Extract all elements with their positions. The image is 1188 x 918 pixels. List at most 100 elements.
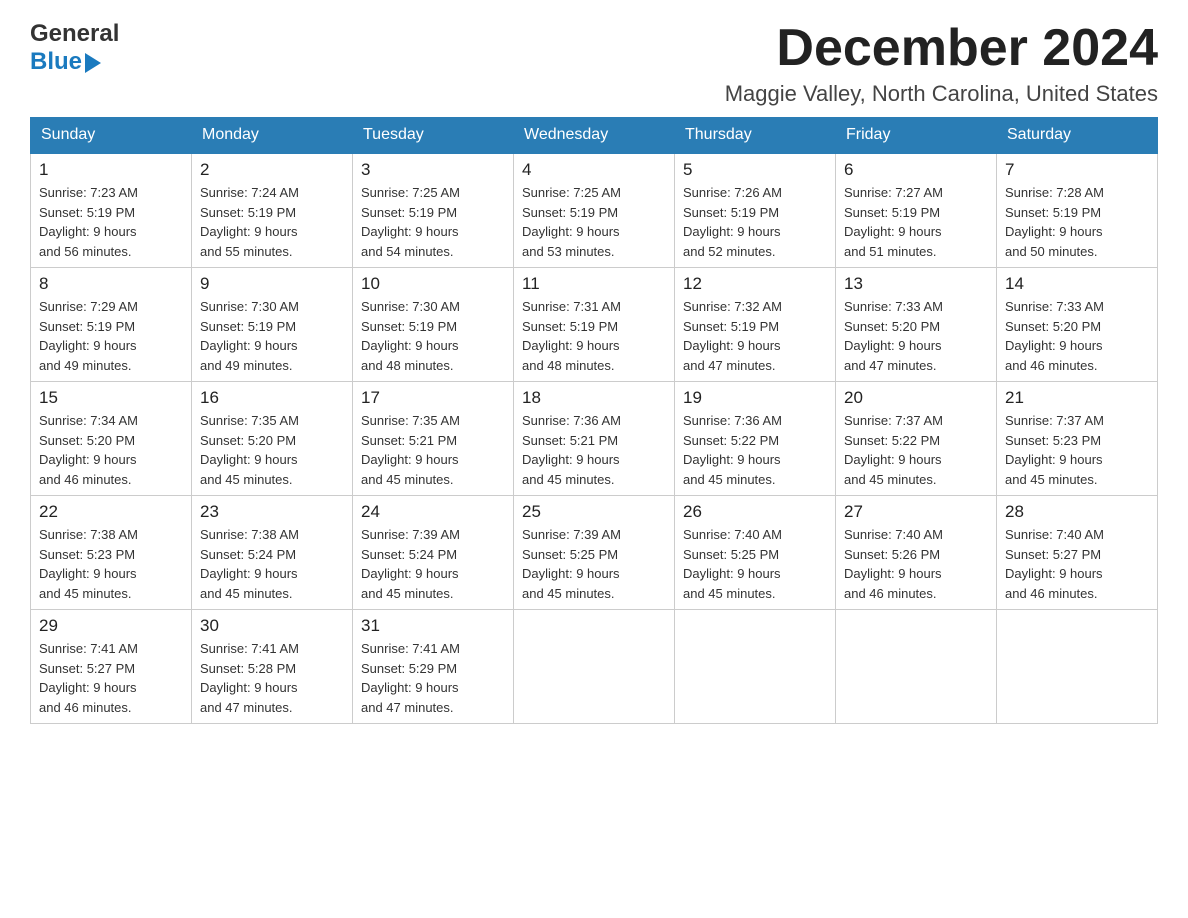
table-row: 9 Sunrise: 7:30 AM Sunset: 5:19 PM Dayli…: [192, 268, 353, 382]
day-info: Sunrise: 7:30 AM Sunset: 5:19 PM Dayligh…: [361, 297, 505, 375]
day-info: Sunrise: 7:34 AM Sunset: 5:20 PM Dayligh…: [39, 411, 183, 489]
day-info: Sunrise: 7:39 AM Sunset: 5:25 PM Dayligh…: [522, 525, 666, 603]
col-monday: Monday: [192, 118, 353, 154]
col-thursday: Thursday: [675, 118, 836, 154]
day-info: Sunrise: 7:38 AM Sunset: 5:24 PM Dayligh…: [200, 525, 344, 603]
table-row: 13 Sunrise: 7:33 AM Sunset: 5:20 PM Dayl…: [836, 268, 997, 382]
day-info: Sunrise: 7:40 AM Sunset: 5:25 PM Dayligh…: [683, 525, 827, 603]
table-row: [675, 610, 836, 724]
page-header: General Blue December 2024 Maggie Valley…: [30, 20, 1158, 107]
day-info: Sunrise: 7:33 AM Sunset: 5:20 PM Dayligh…: [844, 297, 988, 375]
table-row: [836, 610, 997, 724]
day-info: Sunrise: 7:36 AM Sunset: 5:21 PM Dayligh…: [522, 411, 666, 489]
day-info: Sunrise: 7:38 AM Sunset: 5:23 PM Dayligh…: [39, 525, 183, 603]
day-number: 19: [683, 388, 827, 408]
day-info: Sunrise: 7:37 AM Sunset: 5:23 PM Dayligh…: [1005, 411, 1149, 489]
day-info: Sunrise: 7:40 AM Sunset: 5:27 PM Dayligh…: [1005, 525, 1149, 603]
day-info: Sunrise: 7:32 AM Sunset: 5:19 PM Dayligh…: [683, 297, 827, 375]
day-number: 4: [522, 160, 666, 180]
day-number: 7: [1005, 160, 1149, 180]
calendar-week-row: 8 Sunrise: 7:29 AM Sunset: 5:19 PM Dayli…: [31, 268, 1158, 382]
table-row: 7 Sunrise: 7:28 AM Sunset: 5:19 PM Dayli…: [997, 153, 1158, 268]
day-number: 17: [361, 388, 505, 408]
table-row: 15 Sunrise: 7:34 AM Sunset: 5:20 PM Dayl…: [31, 382, 192, 496]
table-row: 14 Sunrise: 7:33 AM Sunset: 5:20 PM Dayl…: [997, 268, 1158, 382]
month-title: December 2024: [725, 20, 1158, 77]
day-info: Sunrise: 7:39 AM Sunset: 5:24 PM Dayligh…: [361, 525, 505, 603]
logo: General Blue: [30, 20, 119, 76]
table-row: 27 Sunrise: 7:40 AM Sunset: 5:26 PM Dayl…: [836, 496, 997, 610]
day-info: Sunrise: 7:27 AM Sunset: 5:19 PM Dayligh…: [844, 183, 988, 261]
col-friday: Friday: [836, 118, 997, 154]
calendar-week-row: 15 Sunrise: 7:34 AM Sunset: 5:20 PM Dayl…: [31, 382, 1158, 496]
day-number: 1: [39, 160, 183, 180]
day-number: 21: [1005, 388, 1149, 408]
day-info: Sunrise: 7:30 AM Sunset: 5:19 PM Dayligh…: [200, 297, 344, 375]
day-info: Sunrise: 7:40 AM Sunset: 5:26 PM Dayligh…: [844, 525, 988, 603]
day-info: Sunrise: 7:36 AM Sunset: 5:22 PM Dayligh…: [683, 411, 827, 489]
day-info: Sunrise: 7:31 AM Sunset: 5:19 PM Dayligh…: [522, 297, 666, 375]
day-number: 13: [844, 274, 988, 294]
day-info: Sunrise: 7:41 AM Sunset: 5:29 PM Dayligh…: [361, 639, 505, 717]
day-info: Sunrise: 7:35 AM Sunset: 5:21 PM Dayligh…: [361, 411, 505, 489]
day-info: Sunrise: 7:41 AM Sunset: 5:28 PM Dayligh…: [200, 639, 344, 717]
calendar-week-row: 29 Sunrise: 7:41 AM Sunset: 5:27 PM Dayl…: [31, 610, 1158, 724]
day-number: 3: [361, 160, 505, 180]
day-number: 10: [361, 274, 505, 294]
day-number: 20: [844, 388, 988, 408]
day-number: 31: [361, 616, 505, 636]
table-row: 5 Sunrise: 7:26 AM Sunset: 5:19 PM Dayli…: [675, 153, 836, 268]
title-section: December 2024 Maggie Valley, North Carol…: [725, 20, 1158, 107]
day-number: 15: [39, 388, 183, 408]
table-row: 22 Sunrise: 7:38 AM Sunset: 5:23 PM Dayl…: [31, 496, 192, 610]
day-number: 2: [200, 160, 344, 180]
day-number: 30: [200, 616, 344, 636]
location-subtitle: Maggie Valley, North Carolina, United St…: [725, 81, 1158, 107]
table-row: 2 Sunrise: 7:24 AM Sunset: 5:19 PM Dayli…: [192, 153, 353, 268]
day-number: 8: [39, 274, 183, 294]
table-row: 12 Sunrise: 7:32 AM Sunset: 5:19 PM Dayl…: [675, 268, 836, 382]
table-row: 18 Sunrise: 7:36 AM Sunset: 5:21 PM Dayl…: [514, 382, 675, 496]
calendar-week-row: 22 Sunrise: 7:38 AM Sunset: 5:23 PM Dayl…: [31, 496, 1158, 610]
day-number: 14: [1005, 274, 1149, 294]
day-number: 26: [683, 502, 827, 522]
day-number: 23: [200, 502, 344, 522]
day-number: 29: [39, 616, 183, 636]
table-row: 25 Sunrise: 7:39 AM Sunset: 5:25 PM Dayl…: [514, 496, 675, 610]
day-number: 9: [200, 274, 344, 294]
day-info: Sunrise: 7:41 AM Sunset: 5:27 PM Dayligh…: [39, 639, 183, 717]
table-row: 29 Sunrise: 7:41 AM Sunset: 5:27 PM Dayl…: [31, 610, 192, 724]
day-info: Sunrise: 7:28 AM Sunset: 5:19 PM Dayligh…: [1005, 183, 1149, 261]
day-info: Sunrise: 7:23 AM Sunset: 5:19 PM Dayligh…: [39, 183, 183, 261]
day-info: Sunrise: 7:37 AM Sunset: 5:22 PM Dayligh…: [844, 411, 988, 489]
table-row: 20 Sunrise: 7:37 AM Sunset: 5:22 PM Dayl…: [836, 382, 997, 496]
day-number: 11: [522, 274, 666, 294]
table-row: 24 Sunrise: 7:39 AM Sunset: 5:24 PM Dayl…: [353, 496, 514, 610]
logo-blue-text: Blue: [30, 48, 82, 76]
table-row: [997, 610, 1158, 724]
table-row: 1 Sunrise: 7:23 AM Sunset: 5:19 PM Dayli…: [31, 153, 192, 268]
col-tuesday: Tuesday: [353, 118, 514, 154]
table-row: 6 Sunrise: 7:27 AM Sunset: 5:19 PM Dayli…: [836, 153, 997, 268]
day-info: Sunrise: 7:26 AM Sunset: 5:19 PM Dayligh…: [683, 183, 827, 261]
day-number: 16: [200, 388, 344, 408]
day-info: Sunrise: 7:35 AM Sunset: 5:20 PM Dayligh…: [200, 411, 344, 489]
table-row: 11 Sunrise: 7:31 AM Sunset: 5:19 PM Dayl…: [514, 268, 675, 382]
day-number: 28: [1005, 502, 1149, 522]
day-info: Sunrise: 7:33 AM Sunset: 5:20 PM Dayligh…: [1005, 297, 1149, 375]
table-row: 16 Sunrise: 7:35 AM Sunset: 5:20 PM Dayl…: [192, 382, 353, 496]
table-row: 17 Sunrise: 7:35 AM Sunset: 5:21 PM Dayl…: [353, 382, 514, 496]
logo-arrow-icon: [85, 53, 101, 73]
col-wednesday: Wednesday: [514, 118, 675, 154]
day-number: 18: [522, 388, 666, 408]
day-number: 5: [683, 160, 827, 180]
table-row: 23 Sunrise: 7:38 AM Sunset: 5:24 PM Dayl…: [192, 496, 353, 610]
logo-general-text: General: [30, 20, 119, 48]
table-row: [514, 610, 675, 724]
table-row: 8 Sunrise: 7:29 AM Sunset: 5:19 PM Dayli…: [31, 268, 192, 382]
day-number: 24: [361, 502, 505, 522]
day-number: 12: [683, 274, 827, 294]
day-info: Sunrise: 7:29 AM Sunset: 5:19 PM Dayligh…: [39, 297, 183, 375]
table-row: 21 Sunrise: 7:37 AM Sunset: 5:23 PM Dayl…: [997, 382, 1158, 496]
calendar-week-row: 1 Sunrise: 7:23 AM Sunset: 5:19 PM Dayli…: [31, 153, 1158, 268]
